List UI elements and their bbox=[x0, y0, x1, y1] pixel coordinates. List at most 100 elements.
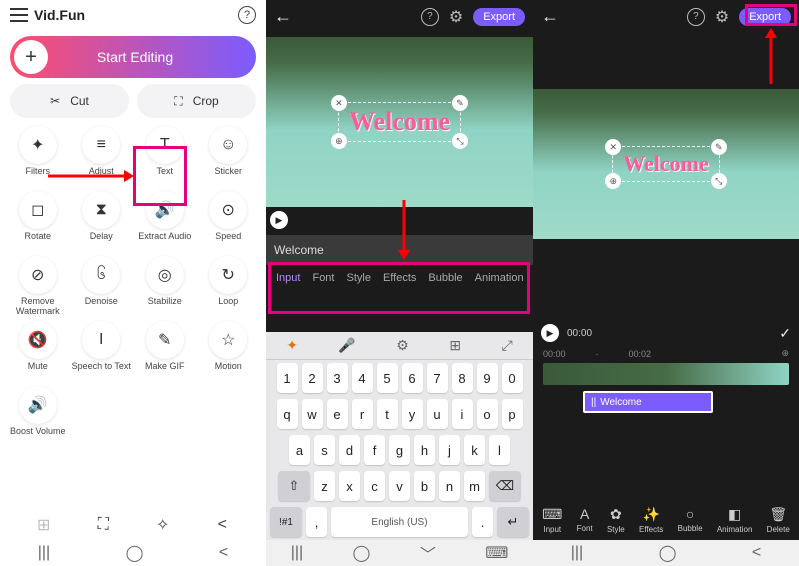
key-l[interactable]: l bbox=[489, 435, 510, 465]
back-button[interactable]: ← bbox=[274, 6, 292, 27]
key-period[interactable]: . bbox=[472, 507, 493, 537]
key-w[interactable]: w bbox=[302, 399, 323, 429]
tool-delete[interactable]: 🗑Delete bbox=[767, 506, 790, 534]
key-3[interactable]: 3 bbox=[327, 363, 348, 393]
tool-animation[interactable]: ◧Animation bbox=[717, 506, 753, 534]
key-r[interactable]: r bbox=[352, 399, 373, 429]
nav-home-icon[interactable]: ◯ bbox=[659, 543, 677, 563]
key-0[interactable]: 0 bbox=[502, 363, 523, 393]
resize-handle[interactable]: ⤡ bbox=[711, 173, 727, 189]
key-7[interactable]: 7 bbox=[427, 363, 448, 393]
key-h[interactable]: h bbox=[414, 435, 435, 465]
tool-speed[interactable]: ⊙Speed bbox=[197, 191, 261, 252]
key-m[interactable]: m bbox=[464, 471, 485, 501]
tool-text[interactable]: TText bbox=[133, 126, 197, 187]
video-preview[interactable]: Welcome ✕ ✎ ⊕ ⤡ bbox=[533, 89, 799, 239]
nav-recent-icon[interactable]: ||| bbox=[571, 544, 583, 562]
tool-effects[interactable]: ✨Effects bbox=[639, 506, 663, 534]
settings-icon[interactable]: ⚙ bbox=[715, 7, 729, 27]
nav-back-icon[interactable]: < bbox=[219, 544, 228, 562]
key-z[interactable]: z bbox=[314, 471, 335, 501]
tool-stabilize[interactable]: ◎Stabilize bbox=[133, 256, 197, 317]
play-button[interactable]: ▶ bbox=[541, 324, 559, 342]
delete-handle[interactable]: ✕ bbox=[331, 95, 347, 111]
tool-bubble[interactable]: ○Bubble bbox=[678, 506, 703, 534]
settings-icon[interactable]: ⚙ bbox=[449, 7, 463, 27]
tool-remove-watermark[interactable]: ⊘Remove Watermark bbox=[6, 256, 70, 317]
tool-make-gif[interactable]: ✎Make GIF bbox=[133, 321, 197, 382]
export-button[interactable]: Export bbox=[473, 8, 525, 26]
templates-icon[interactable]: ⊞ bbox=[31, 512, 57, 538]
key-v[interactable]: v bbox=[389, 471, 410, 501]
key-n[interactable]: n bbox=[439, 471, 460, 501]
key-i[interactable]: i bbox=[452, 399, 473, 429]
key-6[interactable]: 6 bbox=[402, 363, 423, 393]
nav-home-icon[interactable]: ◯ bbox=[126, 543, 144, 563]
menu-icon[interactable] bbox=[10, 8, 28, 22]
key-x[interactable]: x bbox=[339, 471, 360, 501]
tool-adjust[interactable]: ≡Adjust bbox=[70, 126, 134, 187]
tool-input[interactable]: ⌨Input bbox=[542, 506, 562, 534]
kb-mic-icon[interactable]: 🎤 bbox=[338, 337, 355, 354]
key-a[interactable]: a bbox=[289, 435, 310, 465]
text-clip[interactable]: ||Welcome bbox=[583, 391, 713, 413]
share-icon[interactable]: < bbox=[209, 512, 235, 538]
key-c[interactable]: c bbox=[364, 471, 385, 501]
tool-speech-to-text[interactable]: ISpeech to Text bbox=[70, 321, 134, 382]
key-o[interactable]: o bbox=[477, 399, 498, 429]
nav-recent-icon[interactable]: ||| bbox=[291, 544, 303, 562]
kb-expand-icon[interactable]: ⤢ bbox=[502, 337, 513, 354]
effects-icon[interactable]: ✧ bbox=[150, 512, 176, 538]
edit-handle[interactable]: ✎ bbox=[452, 95, 468, 111]
key-5[interactable]: 5 bbox=[377, 363, 398, 393]
help-icon[interactable]: ? bbox=[687, 8, 705, 26]
tool-denoise[interactable]: ၆Denoise bbox=[70, 256, 134, 317]
nav-recent-icon[interactable]: ||| bbox=[38, 544, 50, 562]
key-symbols[interactable]: !#1 bbox=[270, 507, 302, 537]
key-9[interactable]: 9 bbox=[477, 363, 498, 393]
resize-handle[interactable]: ⤡ bbox=[452, 133, 468, 149]
back-button[interactable]: ← bbox=[541, 6, 559, 27]
crop-button[interactable]: ⛶Crop bbox=[137, 84, 256, 118]
scan-icon[interactable]: ⛶ bbox=[90, 512, 116, 538]
zoom-icon[interactable]: ⊕ bbox=[781, 348, 789, 359]
nav-collapse-icon[interactable]: ﹀ bbox=[420, 541, 436, 565]
tab-bubble[interactable]: Bubble bbox=[428, 272, 462, 284]
copy-handle[interactable]: ⊕ bbox=[605, 173, 621, 189]
video-track[interactable] bbox=[543, 363, 789, 385]
key-shift[interactable]: ⇧ bbox=[278, 471, 310, 501]
video-preview[interactable]: Welcome ✕ ✎ ⊕ ⤡ ▶ bbox=[266, 37, 533, 207]
nav-back-icon[interactable]: < bbox=[752, 544, 761, 562]
text-input-field[interactable]: Welcome bbox=[274, 243, 525, 257]
tab-animation[interactable]: Animation bbox=[475, 272, 524, 284]
help-icon[interactable]: ? bbox=[421, 8, 439, 26]
tool-mute[interactable]: 🔇Mute bbox=[6, 321, 70, 382]
tool-style[interactable]: ✿Style bbox=[607, 506, 625, 534]
tab-font[interactable]: Font bbox=[312, 272, 334, 284]
kb-grid-icon[interactable]: ⊞ bbox=[449, 337, 461, 354]
key-1[interactable]: 1 bbox=[277, 363, 298, 393]
key-k[interactable]: k bbox=[464, 435, 485, 465]
edit-handle[interactable]: ✎ bbox=[711, 139, 727, 155]
key-g[interactable]: g bbox=[389, 435, 410, 465]
key-q[interactable]: q bbox=[277, 399, 298, 429]
kb-emoji-icon[interactable]: ✦ bbox=[286, 337, 298, 354]
key-p[interactable]: p bbox=[502, 399, 523, 429]
key-4[interactable]: 4 bbox=[352, 363, 373, 393]
tab-effects[interactable]: Effects bbox=[383, 272, 416, 284]
nav-home-icon[interactable]: ◯ bbox=[353, 543, 371, 563]
delete-handle[interactable]: ✕ bbox=[605, 139, 621, 155]
key-t[interactable]: t bbox=[377, 399, 398, 429]
tool-extract-audio[interactable]: 🔊Extract Audio bbox=[133, 191, 197, 252]
key-2[interactable]: 2 bbox=[302, 363, 323, 393]
key-enter[interactable]: ↵ bbox=[497, 507, 529, 537]
confirm-icon[interactable]: ✓ bbox=[779, 325, 791, 342]
tool-motion[interactable]: ☆Motion bbox=[197, 321, 261, 382]
tab-input[interactable]: Input bbox=[276, 272, 300, 284]
key-u[interactable]: u bbox=[427, 399, 448, 429]
tool-loop[interactable]: ↻Loop bbox=[197, 256, 261, 317]
tool-sticker[interactable]: ☺Sticker bbox=[197, 126, 261, 187]
tool-delay[interactable]: ⧗Delay bbox=[70, 191, 134, 252]
tool-font[interactable]: AFont bbox=[577, 506, 593, 534]
key-8[interactable]: 8 bbox=[452, 363, 473, 393]
